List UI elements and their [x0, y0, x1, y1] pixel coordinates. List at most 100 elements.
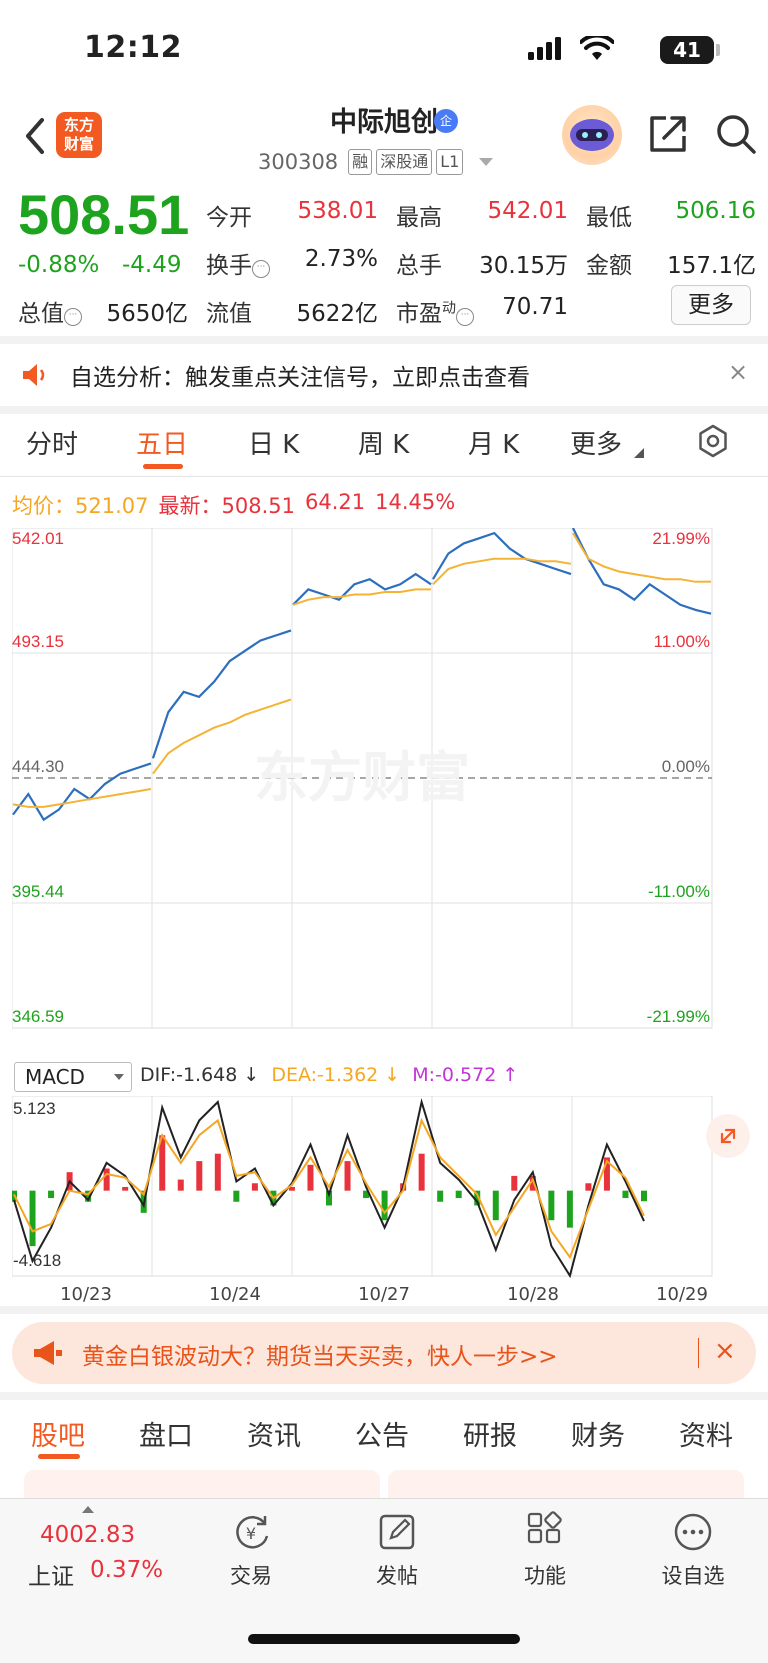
ai-assistant-avatar[interactable] [562, 105, 622, 165]
change-amount: -4.49 [122, 252, 182, 278]
tab-more[interactable]: 更多 [570, 424, 622, 461]
macd-legend: DIF:-1.648 ↓ DEA:-1.362 ↓ M:-0.572 ↑ [140, 1064, 518, 1086]
amount-value: 157.1亿 [667, 253, 756, 279]
tab-monthly-k[interactable]: 月 K [468, 424, 519, 461]
latest-change-pct: 14.45% [375, 490, 456, 514]
macd-bar [214, 1153, 221, 1191]
pe-value: 70.71 [502, 294, 568, 320]
content-card[interactable] [388, 1470, 744, 1500]
promo-close-button[interactable]: × [714, 1336, 736, 1366]
tab-announcements[interactable]: 公告 [355, 1414, 409, 1453]
notice-text[interactable]: 自选分析：触发重点关注信号，立即点击查看 [70, 358, 530, 392]
turnover-label: 换手 ··· [206, 246, 270, 280]
tag-connect: 深股通 [376, 149, 433, 175]
series-line-price [432, 531, 572, 580]
macd-bar [344, 1161, 351, 1191]
info-icon[interactable]: ··· [252, 260, 270, 278]
macd-bar [622, 1190, 629, 1199]
tab-finance[interactable]: 财务 [571, 1414, 625, 1453]
latest-label-text: 最新： [158, 494, 222, 518]
search-icon[interactable] [714, 112, 758, 156]
wifi-icon [580, 36, 614, 60]
five-day-price-chart[interactable]: 东方财富 542.01 21.99% 493.15 11.00% 444.30 0.00% 3… [12, 528, 756, 1056]
speaker-icon [23, 364, 45, 386]
tab-intraday[interactable]: 分时 [26, 424, 78, 461]
info-icon[interactable]: ··· [456, 308, 474, 326]
series-line-avg [432, 557, 572, 586]
dea-value: DEA:-1.362 ↓ [271, 1064, 401, 1086]
index-value[interactable]: 4002.83 [40, 1522, 135, 1548]
latest-change: 64.21 [304, 490, 366, 514]
nav-add-watchlist[interactable]: 设自选 [638, 1510, 748, 1590]
nav-trade[interactable]: ¥ 交易 [196, 1510, 306, 1590]
macd-bar [122, 1186, 129, 1191]
content-card[interactable] [24, 1470, 380, 1500]
tab-news[interactable]: 资讯 [247, 1414, 301, 1453]
y-tick-left: 395.44 [12, 882, 64, 901]
chevron-down-icon[interactable] [114, 1074, 124, 1080]
tab-forum[interactable]: 股吧 [31, 1414, 85, 1453]
tab-orderbook[interactable]: 盘口 [139, 1414, 193, 1453]
info-icon[interactable]: ··· [64, 308, 82, 326]
tab-daily-k[interactable]: 日 K [248, 424, 299, 461]
latest-value: 508.51 [221, 494, 295, 518]
avg-label: 均价：521.07 [12, 490, 148, 520]
macd-bar [437, 1190, 444, 1202]
chevron-up-icon[interactable] [82, 1506, 94, 1513]
tab-five-day[interactable]: 五日 [136, 424, 188, 461]
expand-icon[interactable] [706, 1114, 750, 1158]
divider [0, 1392, 768, 1400]
megaphone-icon [34, 1341, 62, 1365]
stock-code-line[interactable]: 300308 融 深股通 L1 [258, 147, 494, 177]
y-tick-left: 493.15 [12, 632, 64, 651]
y-tick-right: -21.99% [647, 1007, 710, 1026]
macd-bar [251, 1183, 258, 1191]
trade-icon: ¥ [236, 1516, 269, 1549]
date-label: 10/29 [656, 1284, 708, 1305]
stock-code: 300308 [258, 150, 339, 174]
notice-close-button[interactable]: × [728, 358, 748, 386]
promo-divider [698, 1338, 699, 1368]
tab-research[interactable]: 研报 [463, 1414, 517, 1453]
nav-add-watchlist-label: 设自选 [661, 1564, 725, 1588]
home-indicator [248, 1634, 520, 1644]
chevron-down-icon[interactable] [479, 158, 494, 166]
more-button[interactable]: 更多 [671, 285, 751, 325]
low-label: 最低 [586, 205, 632, 231]
amount-label: 金额 [586, 253, 632, 279]
y-tick-right: 11.00% [654, 632, 710, 651]
macd-bar [455, 1190, 462, 1199]
index-change-pct[interactable]: 0.37% [90, 1557, 163, 1583]
macd-y-top: 5.123 [13, 1099, 56, 1118]
macd-chart[interactable]: 5.123 -4.618 [12, 1096, 756, 1280]
macd-bar [196, 1161, 203, 1191]
active-tab-indicator [38, 1454, 80, 1459]
signal-icon [528, 37, 561, 60]
pe-super: 动 [442, 300, 456, 317]
macd-bar [29, 1190, 36, 1247]
more-circle-icon [674, 1513, 712, 1551]
nav-functions-label: 功能 [524, 1564, 566, 1588]
turnover-label-text: 换手 [206, 253, 252, 279]
float-value: 5622亿 [296, 301, 378, 327]
open-value: 538.01 [297, 198, 378, 224]
tab-weekly-k[interactable]: 周 K [358, 424, 409, 461]
dif-value: DIF:-1.648 ↓ [140, 1064, 260, 1086]
macd-y-bottom: -4.618 [13, 1251, 61, 1270]
promo-text[interactable]: 黄金白银波动大？期货当天买卖，快人一步>> [82, 1337, 558, 1371]
nav-functions[interactable]: 功能 [490, 1510, 600, 1590]
date-label: 10/24 [209, 1284, 261, 1305]
macd-bar [48, 1190, 55, 1199]
nav-post-label: 发帖 [376, 1564, 418, 1588]
tag-level: L1 [436, 149, 464, 175]
nav-post[interactable]: 发帖 [342, 1510, 452, 1590]
status-time: 12:12 [84, 30, 182, 65]
volume-value: 30.15万 [479, 253, 568, 279]
share-icon[interactable] [646, 112, 690, 156]
open-label: 今开 [206, 205, 252, 231]
index-name[interactable]: 上证 [28, 1557, 74, 1591]
date-label: 10/27 [358, 1284, 410, 1305]
series-line-price [151, 629, 292, 759]
tab-profile[interactable]: 资料 [679, 1414, 733, 1453]
gear-icon[interactable] [696, 424, 730, 458]
